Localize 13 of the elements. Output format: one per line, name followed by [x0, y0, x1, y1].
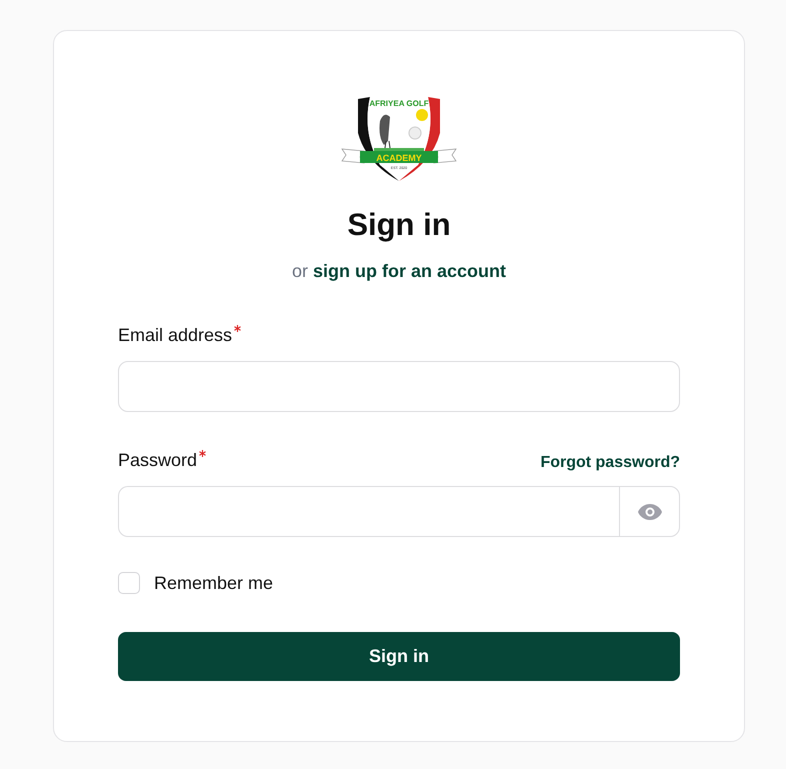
field-label: Password [118, 449, 198, 472]
forgot-password-link[interactable]: Forgot password? [540, 454, 680, 472]
field-label: Email address [118, 324, 232, 347]
password-field[interactable] [118, 486, 619, 537]
email-field[interactable] [118, 361, 680, 412]
page-title: Sign in [346, 206, 452, 244]
checkbox-label: Remember me [154, 572, 274, 594]
sign-in-button[interactable]: Sign in [118, 632, 680, 681]
sign-up-link[interactable]: sign up for an account [313, 259, 506, 283]
show-password-button[interactable] [619, 486, 680, 537]
subtitle-text: or [292, 260, 308, 283]
remember-checkbox[interactable] [118, 572, 140, 594]
eye-icon [636, 502, 662, 520]
